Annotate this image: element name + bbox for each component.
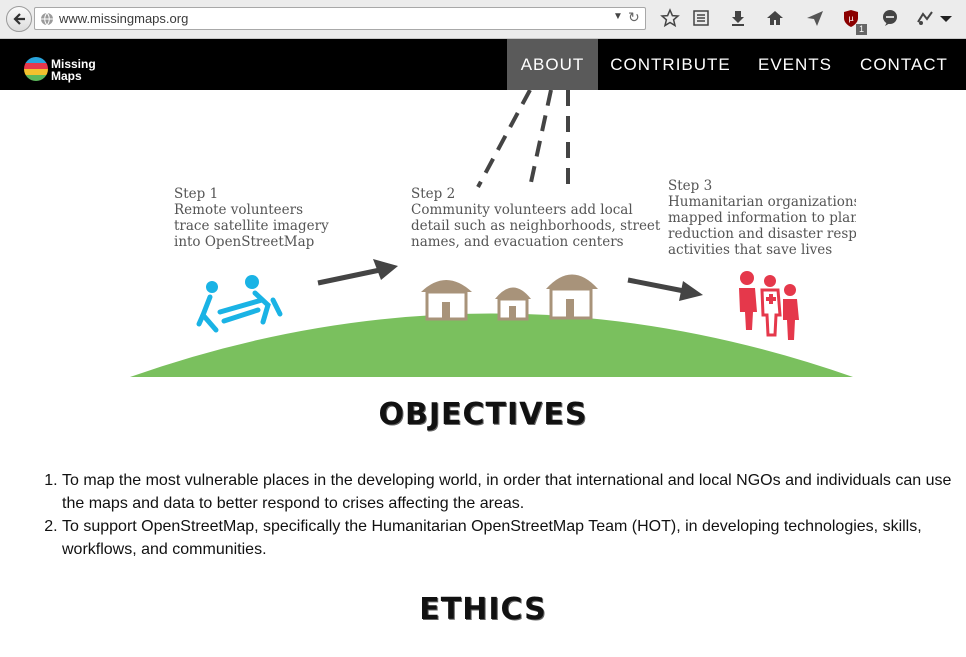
nav-events[interactable]: EVENTS (750, 39, 840, 90)
bookmark-star-icon[interactable] (660, 8, 680, 28)
village-huts-icon (421, 274, 598, 321)
arrow-icon (317, 259, 398, 286)
logo-wordmark[interactable]: Missing Maps (51, 58, 96, 82)
url-dropdown-icon[interactable]: ▼ (613, 11, 623, 22)
nav-contribute[interactable]: CONTRIBUTE (605, 39, 736, 90)
site-header: Missing Maps ABOUT CONTRIBUTE EVENTS CON… (0, 39, 966, 90)
missing-maps-logo-icon[interactable] (23, 56, 49, 82)
step-3-text: Step 3 Humanitarian organizations mapped… (668, 178, 856, 258)
home-icon[interactable] (765, 8, 785, 28)
step-1-text: Step 1 Remote volunteers trace satellite… (174, 186, 329, 250)
ethics-heading: ETHICS (419, 592, 547, 627)
menu-dropdown-icon[interactable] (936, 8, 956, 28)
extension-icon[interactable] (915, 8, 935, 28)
objectives-heading: OBJECTIVES (378, 397, 588, 432)
back-button[interactable] (6, 6, 32, 32)
svg-text:µ: µ (848, 14, 853, 23)
reading-list-icon[interactable] (691, 8, 711, 28)
satellite-signal-lines (476, 90, 570, 188)
logo-line-2: Maps (51, 69, 82, 83)
list-item: To support OpenStreetMap, specifically t… (62, 515, 966, 561)
remote-volunteers-icon (196, 275, 283, 333)
browser-toolbar: www.missingmaps.org ▼ ↻ µ 1 (0, 0, 966, 39)
objectives-list: To map the most vulnerable places in the… (41, 469, 966, 561)
url-text: www.missingmaps.org (59, 11, 189, 26)
back-arrow-icon (13, 13, 25, 25)
download-icon[interactable] (728, 8, 748, 28)
send-icon[interactable] (805, 8, 825, 28)
address-bar[interactable]: www.missingmaps.org ▼ ↻ (34, 7, 646, 30)
humanitarian-workers-icon (739, 271, 799, 340)
step-2-text: Step 2 Community volunteers add local de… (411, 186, 661, 250)
nav-about[interactable]: ABOUT (507, 39, 598, 90)
nav-contact[interactable]: CONTACT (853, 39, 955, 90)
green-hill (130, 313, 853, 377)
list-item: To map the most vulnerable places in the… (62, 469, 966, 515)
globe-icon (41, 12, 53, 26)
reload-icon[interactable]: ↻ (628, 9, 640, 26)
arrow-icon (627, 277, 703, 301)
chat-icon[interactable] (880, 8, 900, 28)
ublock-count-badge: 1 (856, 24, 868, 35)
